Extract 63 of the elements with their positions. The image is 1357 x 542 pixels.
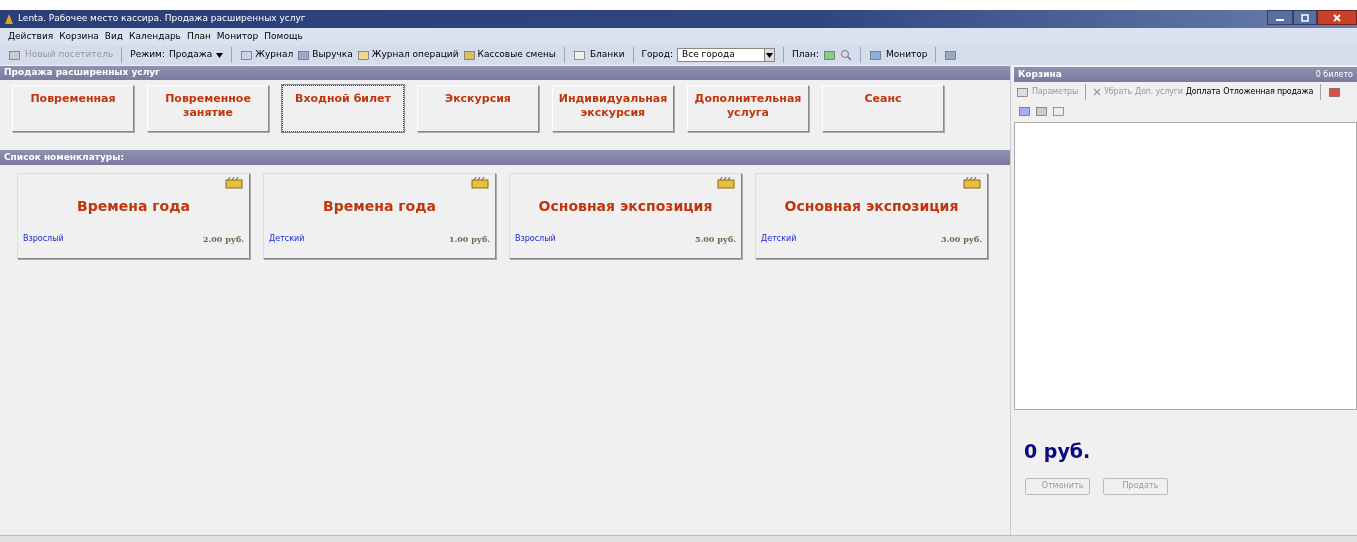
- service-button[interactable]: Сеанс: [822, 85, 944, 132]
- product-price: 5.00 руб.: [694, 233, 736, 245]
- cart-action[interactable]: Доплата: [1185, 86, 1221, 98]
- zoom-icon[interactable]: [840, 49, 852, 61]
- toolbar-button[interactable]: Выручка: [312, 48, 353, 62]
- menu-item[interactable]: Вид: [104, 29, 124, 44]
- toolbar-button[interactable]: Кассовые смены: [477, 48, 556, 62]
- product-name: Времена года: [322, 197, 437, 216]
- service-button[interactable]: Повременная: [12, 85, 134, 132]
- section-header: Продажа расширенных услуг: [0, 66, 1010, 80]
- tickets-icon: [716, 176, 736, 190]
- product-price: 3.00 руб.: [940, 233, 982, 245]
- window-title: Lenta. Рабочее место кассира. Продажа расширенных услуг: [18, 12, 306, 26]
- minimize-button[interactable]: [1267, 10, 1293, 25]
- product-name: Основная экспозиция: [783, 197, 960, 216]
- mode-dropdown[interactable]: Продажа: [168, 48, 224, 62]
- city-select[interactable]: Все города: [677, 48, 776, 62]
- monitor-button[interactable]: Монитор: [886, 48, 928, 62]
- tickets-icon: [224, 176, 244, 190]
- product-card[interactable]: Основная экспозиция Взрослый 5.00 руб.: [509, 173, 742, 259]
- maximize-icon: [1301, 13, 1309, 22]
- service-button[interactable]: Входной билет: [282, 85, 404, 132]
- product-price: 2.00 руб.: [202, 233, 244, 245]
- caret-icon: [216, 52, 224, 58]
- product-name: Основная экспозиция: [537, 197, 714, 216]
- product-card[interactable]: Времена года Детский 1.00 руб.: [263, 173, 496, 259]
- remove-icon: [1093, 88, 1102, 96]
- menu-item[interactable]: Действия: [8, 29, 54, 44]
- close-icon: [1333, 13, 1341, 22]
- cart-title: Корзина: [1018, 67, 1062, 81]
- product-card[interactable]: Основная экспозиция Детский 3.00 руб.: [755, 173, 988, 259]
- cart-total: 0 руб.: [1024, 439, 1092, 464]
- product-category: Детский: [269, 233, 305, 245]
- product-category: Детский: [761, 233, 797, 245]
- menu-item[interactable]: Монитор: [216, 29, 259, 44]
- menu-item[interactable]: Корзина: [59, 29, 99, 44]
- service-button[interactable]: Дополнительная услуга: [687, 85, 809, 132]
- app-logo-icon: [4, 13, 14, 25]
- service-button[interactable]: Повременное занятие: [147, 85, 269, 132]
- mode-label: Режим:: [130, 48, 165, 62]
- cart-action[interactable]: Отложенная продажа: [1223, 86, 1314, 98]
- section-header: Список номенклатуры:: [0, 150, 1010, 165]
- product-name: Времена года: [76, 197, 191, 216]
- ticket-count: 0 билето: [1315, 68, 1353, 81]
- maximize-button[interactable]: [1293, 10, 1317, 25]
- tickets-icon: [962, 176, 982, 190]
- toolbar-button[interactable]: Журнал: [255, 48, 294, 62]
- menu-item[interactable]: Помощь: [264, 29, 303, 44]
- product-card[interactable]: Времена года Взрослый 2.00 руб.: [17, 173, 250, 259]
- product-category: Взрослый: [23, 233, 64, 245]
- dropdown-caret-icon: [764, 49, 775, 61]
- product-price: 1.00 руб.: [448, 233, 490, 245]
- plan-label: План:: [792, 48, 819, 62]
- menu-item[interactable]: План: [186, 29, 211, 44]
- close-button[interactable]: [1317, 10, 1357, 25]
- menu-item[interactable]: Календарь: [129, 29, 181, 44]
- tickets-icon: [470, 176, 490, 190]
- service-button[interactable]: Экскурсия: [417, 85, 539, 132]
- toolbar-button[interactable]: Журнал операций: [371, 48, 459, 62]
- product-category: Взрослый: [515, 233, 556, 245]
- forms-button[interactable]: Бланки: [589, 48, 625, 62]
- service-button[interactable]: Индивидуальная экскурсия: [552, 85, 674, 132]
- city-label: Город:: [641, 48, 674, 62]
